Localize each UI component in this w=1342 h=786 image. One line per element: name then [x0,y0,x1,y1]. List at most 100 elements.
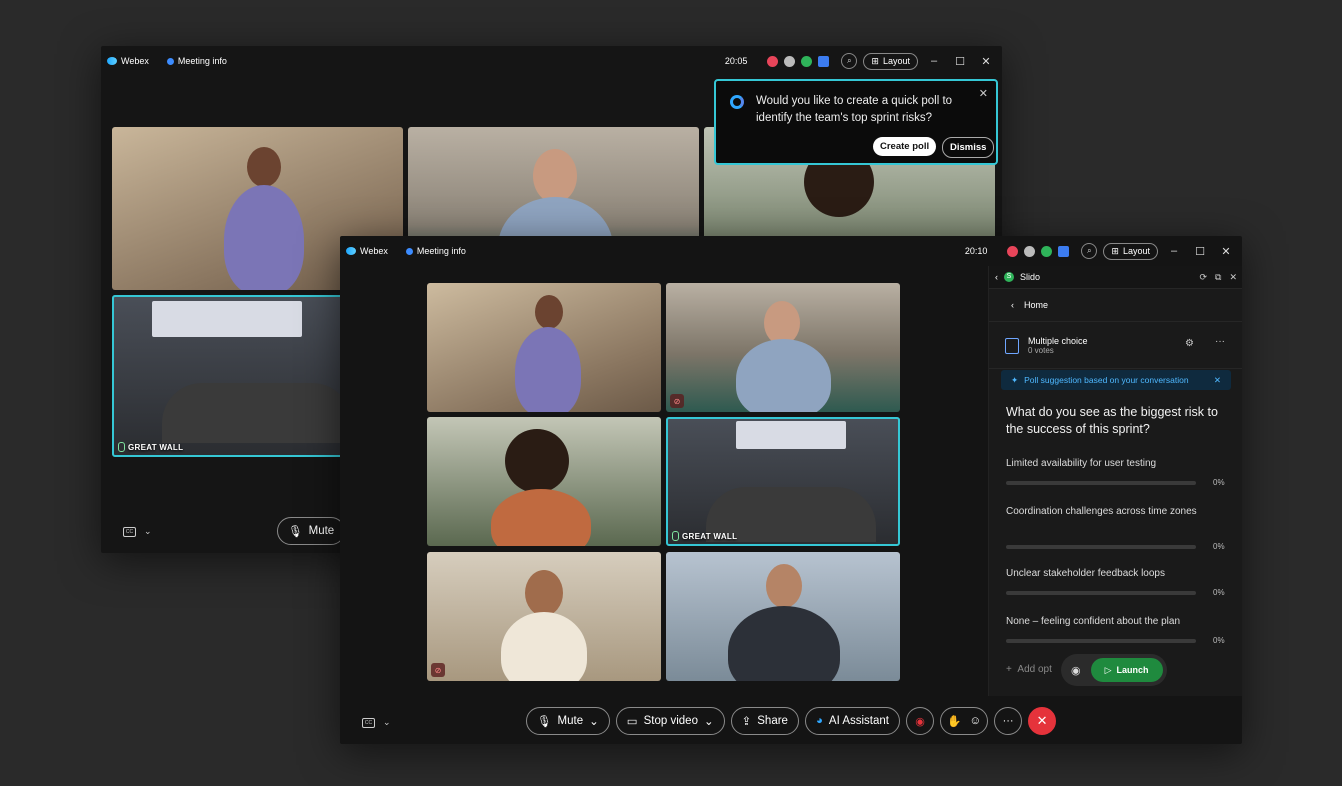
info-icon [166,57,174,65]
maximize-icon[interactable]: ☐ [1190,245,1210,258]
close-icon[interactable]: ✕ [979,87,988,100]
app-name: Webex [360,246,388,256]
video-tile-woman-waving[interactable]: ⊘ [427,552,661,681]
record-button[interactable]: ◉ [906,707,934,735]
clock: 20:10 [964,246,988,256]
more-options-button[interactable]: ··· [994,707,1023,735]
add-option-button[interactable]: + Add opt [1006,664,1052,675]
chevron-down-icon[interactable]: ⌄ [704,714,714,728]
chevron-left-icon[interactable]: ‹ [995,272,998,282]
slido-title: Slido [1020,272,1041,282]
leave-meeting-button[interactable]: ✕ [1028,707,1057,735]
result-bar [1006,481,1196,485]
more-icon[interactable]: ··· [1215,336,1225,347]
maximize-icon[interactable]: ☐ [950,55,970,68]
close-icon: ✕ [1036,713,1048,728]
result-bar [1006,545,1196,549]
ai-assistant-button[interactable]: ◕ AI Assistant [804,707,900,735]
slido-header: ‹ S Slido ⟳ ⧉ ✕ [989,266,1242,289]
video-tile-woman-smiling[interactable] [427,417,661,546]
slido-panel: ‹ S Slido ⟳ ⧉ ✕ ‹ Home Multiple choice 0… [988,266,1242,696]
chevron-left-icon: ‹ [1011,300,1014,310]
meeting-info-button[interactable]: Meeting info [166,56,227,66]
mic-icon [672,531,679,541]
close-icon[interactable]: ✕ [1216,245,1236,258]
mute-button[interactable]: 🎙 Mute ⌄ [525,707,610,735]
poll-option: Unclear stakeholder feedback loops 0% [1006,568,1225,597]
close-icon[interactable]: ✕ [976,55,996,68]
layout-button[interactable]: ⊞ Layout [863,52,918,70]
poll-option: Limited availability for user testing 0% [1006,458,1225,487]
app-icon-calendar[interactable] [1058,245,1070,257]
video-tile-woman-standing[interactable] [427,283,661,412]
close-icon[interactable]: ✕ [1214,375,1221,386]
video-tile-man-headset[interactable] [666,552,900,681]
minimize-icon[interactable]: – [924,55,944,67]
eye-icon[interactable]: ◉ [1071,664,1081,677]
sparkle-icon: ✦ [1011,374,1019,385]
layout-button[interactable]: ⊞ Layout [1103,242,1158,260]
popup-question: Would you like to create a quick poll to… [756,95,953,124]
app-name: Webex [121,56,149,66]
result-bar [1006,639,1196,643]
webex-brand: Webex [346,246,388,256]
title-bar: Webex Meeting info 20:10 ⌕ ⊞ Layout – ☐ ✕ [340,236,1242,266]
info-icon [405,247,413,255]
app-icon-2[interactable] [1024,245,1036,257]
gear-icon[interactable]: ⚙ [1185,338,1194,349]
poll-suggestion-popup: Would you like to create a quick poll to… [714,79,998,165]
title-bar-controls: 20:10 ⌕ ⊞ Layout – ☐ ✕ [965,236,1236,266]
front-meeting-window: Webex Meeting info 20:10 ⌕ ⊞ Layout – ☐ ✕… [340,236,1242,744]
back-mute-button[interactable]: 🎙 Mute [277,517,346,545]
dismiss-button[interactable]: Dismiss [942,137,995,158]
mic-icon: 🎙 [288,526,303,538]
poll-option: Coordination challenges across time zone… [1006,506,1225,551]
app-icon-slido[interactable] [801,55,813,67]
meeting-controls: 🎙 Mute ⌄ ▭ Stop video ⌄ ⇪ Share ◕ AI Ass… [340,698,1242,744]
poll-option: None – feeling confident about the plan … [1006,616,1225,645]
grid-icon: ⊞ [871,55,879,66]
chevron-down-icon[interactable]: ⌄ [589,714,599,728]
muted-mic-icon: ⊘ [431,663,445,677]
multiple-choice-icon [1005,338,1019,354]
play-icon: ▷ [1104,664,1112,675]
create-poll-button[interactable]: Create poll [873,137,937,156]
app-icon-2[interactable] [784,55,796,67]
question-type-row: Multiple choice 0 votes ⚙ ··· [989,322,1242,369]
video-tile-room-great-wall[interactable]: GREAT WALL [112,295,352,457]
cc-icon: CC [123,526,136,537]
app-icon-slido[interactable] [1041,245,1053,257]
raise-hand-icon[interactable]: ✋ [947,714,961,728]
mic-icon: 🎙 [536,716,552,728]
minimize-icon[interactable]: – [1164,245,1184,257]
launch-controls: ◉ ▷ Launch [1061,654,1167,686]
webex-logo-icon [346,247,356,255]
launch-button[interactable]: ▷ Launch [1090,658,1163,682]
pop-out-icon[interactable]: ⧉ [1215,272,1221,283]
stop-video-button[interactable]: ▭ Stop video ⌄ [615,707,725,735]
app-icon-calendar[interactable] [818,55,830,67]
meeting-info-label: Meeting info [177,56,227,66]
suggestion-text: Poll suggestion based on your conversati… [1024,375,1189,385]
close-icon[interactable]: ✕ [1229,272,1237,283]
app-icon-1[interactable] [1007,245,1019,257]
meeting-info-label: Meeting info [416,246,466,256]
captions-control[interactable]: CC ⌄ [123,526,152,537]
video-tile-room-great-wall[interactable]: GREAT WALL [666,417,900,546]
meeting-info-button[interactable]: Meeting info [405,246,466,256]
zoom-icon[interactable]: ⌕ [1081,243,1098,259]
mic-icon [118,442,125,452]
plus-icon: + [1006,664,1012,675]
more-icon: ··· [1002,715,1014,727]
record-icon: ◉ [915,715,925,728]
video-camera-icon: ▭ [626,716,638,728]
home-nav[interactable]: ‹ Home [989,289,1242,322]
emoji-icon[interactable]: ☺ [969,715,981,727]
muted-mic-icon: ⊘ [670,394,684,408]
app-icon-1[interactable] [767,55,779,67]
ai-assistant-icon: ◕ [815,715,823,727]
zoom-icon[interactable]: ⌕ [841,53,858,69]
video-tile-older-man[interactable]: ⊘ [666,283,900,412]
refresh-icon[interactable]: ⟳ [1199,272,1207,283]
share-button[interactable]: ⇪ Share [730,707,799,735]
